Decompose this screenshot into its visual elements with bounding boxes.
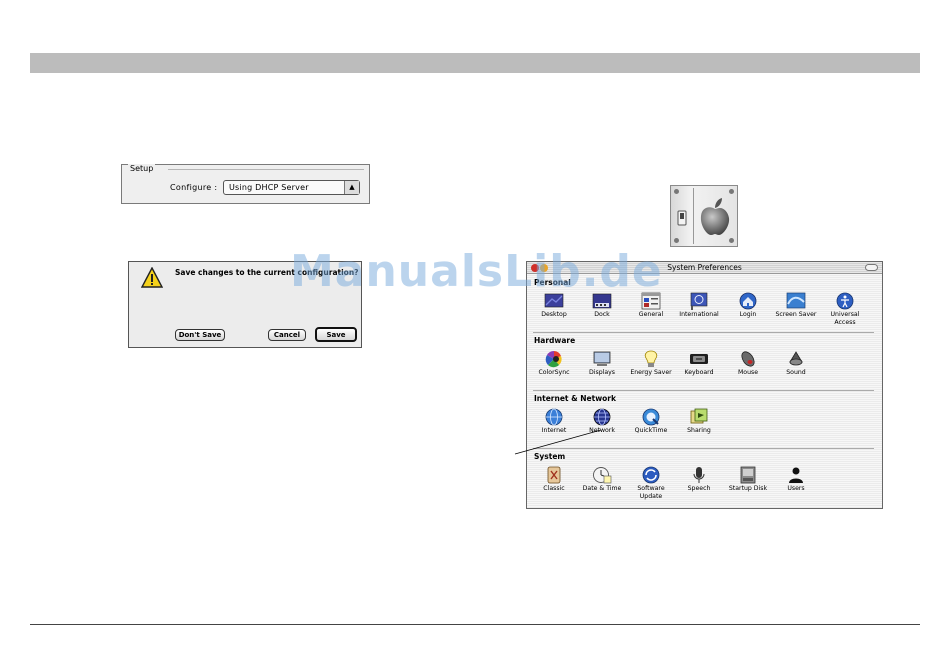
- cancel-button[interactable]: Cancel: [268, 329, 306, 341]
- pref-software-update[interactable]: Software Update: [627, 466, 675, 500]
- login-icon: [739, 292, 757, 310]
- pref-screen-saver[interactable]: Screen Saver: [772, 292, 820, 319]
- pref-sound[interactable]: Sound: [772, 350, 820, 377]
- pref-label: ColorSync: [538, 369, 570, 376]
- section-title-hardware: Hardware: [534, 336, 576, 345]
- pref-mouse[interactable]: Mouse: [724, 350, 772, 377]
- pref-label: General: [638, 311, 664, 318]
- pref-label: Classic: [543, 485, 565, 492]
- pref-label: QuickTime: [634, 427, 668, 434]
- pref-displays[interactable]: Displays: [578, 350, 626, 377]
- pref-label: Dock: [594, 311, 610, 318]
- setup-panel: Setup Configure : Using DHCP Server ▲: [121, 164, 370, 204]
- sound-icon: [789, 351, 803, 366]
- pref-label: Software Update: [637, 485, 665, 500]
- screen-saver-icon: [786, 292, 806, 309]
- pref-classic[interactable]: Classic: [530, 466, 578, 493]
- section-title-internet-network: Internet & Network: [534, 394, 616, 403]
- pref-startup-disk[interactable]: Startup Disk: [724, 466, 772, 493]
- section-divider: [533, 332, 874, 333]
- network-icon: [593, 408, 611, 426]
- screw-icon: [729, 238, 734, 243]
- configure-label: Configure :: [170, 183, 218, 192]
- pref-universal-access[interactable]: Universal Access: [821, 292, 869, 326]
- quicktime-icon: [642, 408, 660, 426]
- setup-legend: Setup: [128, 164, 156, 174]
- dont-save-button[interactable]: Don't Save: [175, 329, 225, 341]
- pref-label: Login: [739, 311, 757, 318]
- speech-icon: [693, 467, 705, 483]
- footer-rule: [30, 624, 920, 625]
- date-time-icon: [593, 467, 612, 484]
- internet-icon: [545, 408, 563, 426]
- pref-date-time[interactable]: Date & Time: [578, 466, 626, 493]
- section-divider: [533, 390, 874, 391]
- pref-label: Screen Saver: [775, 311, 817, 318]
- pref-international[interactable]: International: [675, 292, 723, 319]
- header-bar: [30, 53, 920, 73]
- pref-sharing[interactable]: Sharing: [675, 408, 723, 435]
- configure-select-value: Using DHCP Server: [229, 183, 309, 192]
- apple-logo-icon: [700, 198, 730, 235]
- save-button[interactable]: Save: [315, 327, 357, 342]
- pref-label: Sound: [786, 369, 806, 376]
- pref-keyboard[interactable]: Keyboard: [675, 350, 723, 377]
- panel-seam: [693, 188, 694, 244]
- light-switch-icon: [677, 210, 687, 226]
- energy-saver-icon: [644, 350, 658, 367]
- system-preferences-window: System Preferences Personal Desktop Dock…: [526, 261, 883, 509]
- pref-label: Keyboard: [684, 369, 714, 376]
- pref-label: Startup Disk: [728, 485, 768, 492]
- toolbar-toggle-icon[interactable]: [865, 264, 878, 271]
- screw-icon: [729, 189, 734, 194]
- pref-label: International: [679, 311, 719, 318]
- keyboard-icon: [690, 354, 708, 364]
- sharing-icon: [690, 408, 708, 424]
- system-preferences-app-icon: [670, 185, 738, 247]
- pref-speech[interactable]: Speech: [675, 466, 723, 493]
- mouse-icon: [741, 351, 755, 367]
- startup-disk-icon: [740, 466, 756, 484]
- updown-arrows-icon: ▲: [344, 181, 359, 194]
- universal-access-icon: [836, 292, 854, 310]
- pref-label: Mouse: [737, 369, 759, 376]
- international-icon: [690, 292, 708, 310]
- pref-colorsync[interactable]: ColorSync: [530, 350, 578, 377]
- warning-icon: [141, 267, 163, 288]
- pref-label: Speech: [687, 485, 711, 492]
- setup-divider: [168, 169, 364, 170]
- configure-select[interactable]: Using DHCP Server ▲: [223, 180, 360, 195]
- pref-label: Date & Time: [582, 485, 622, 492]
- pref-energy-saver[interactable]: Energy Saver: [627, 350, 675, 377]
- pref-login[interactable]: Login: [724, 292, 772, 319]
- colorsync-icon: [545, 350, 562, 368]
- screw-icon: [674, 189, 679, 194]
- pref-quicktime[interactable]: QuickTime: [627, 408, 675, 435]
- users-icon: [789, 467, 803, 483]
- software-update-icon: [642, 466, 660, 484]
- pref-label: Displays: [588, 369, 616, 376]
- pref-label: Desktop: [541, 311, 567, 318]
- callout-line: [514, 429, 602, 455]
- pref-label: Users: [787, 485, 805, 492]
- pref-users[interactable]: Users: [772, 466, 820, 493]
- pref-label: Universal Access: [830, 311, 860, 326]
- screw-icon: [674, 238, 679, 243]
- classic-icon: [547, 466, 561, 484]
- watermark: ManualsLib.de: [290, 246, 663, 297]
- pref-label: Sharing: [687, 427, 711, 434]
- pref-label: Energy Saver: [630, 369, 672, 376]
- displays-icon: [593, 351, 611, 366]
